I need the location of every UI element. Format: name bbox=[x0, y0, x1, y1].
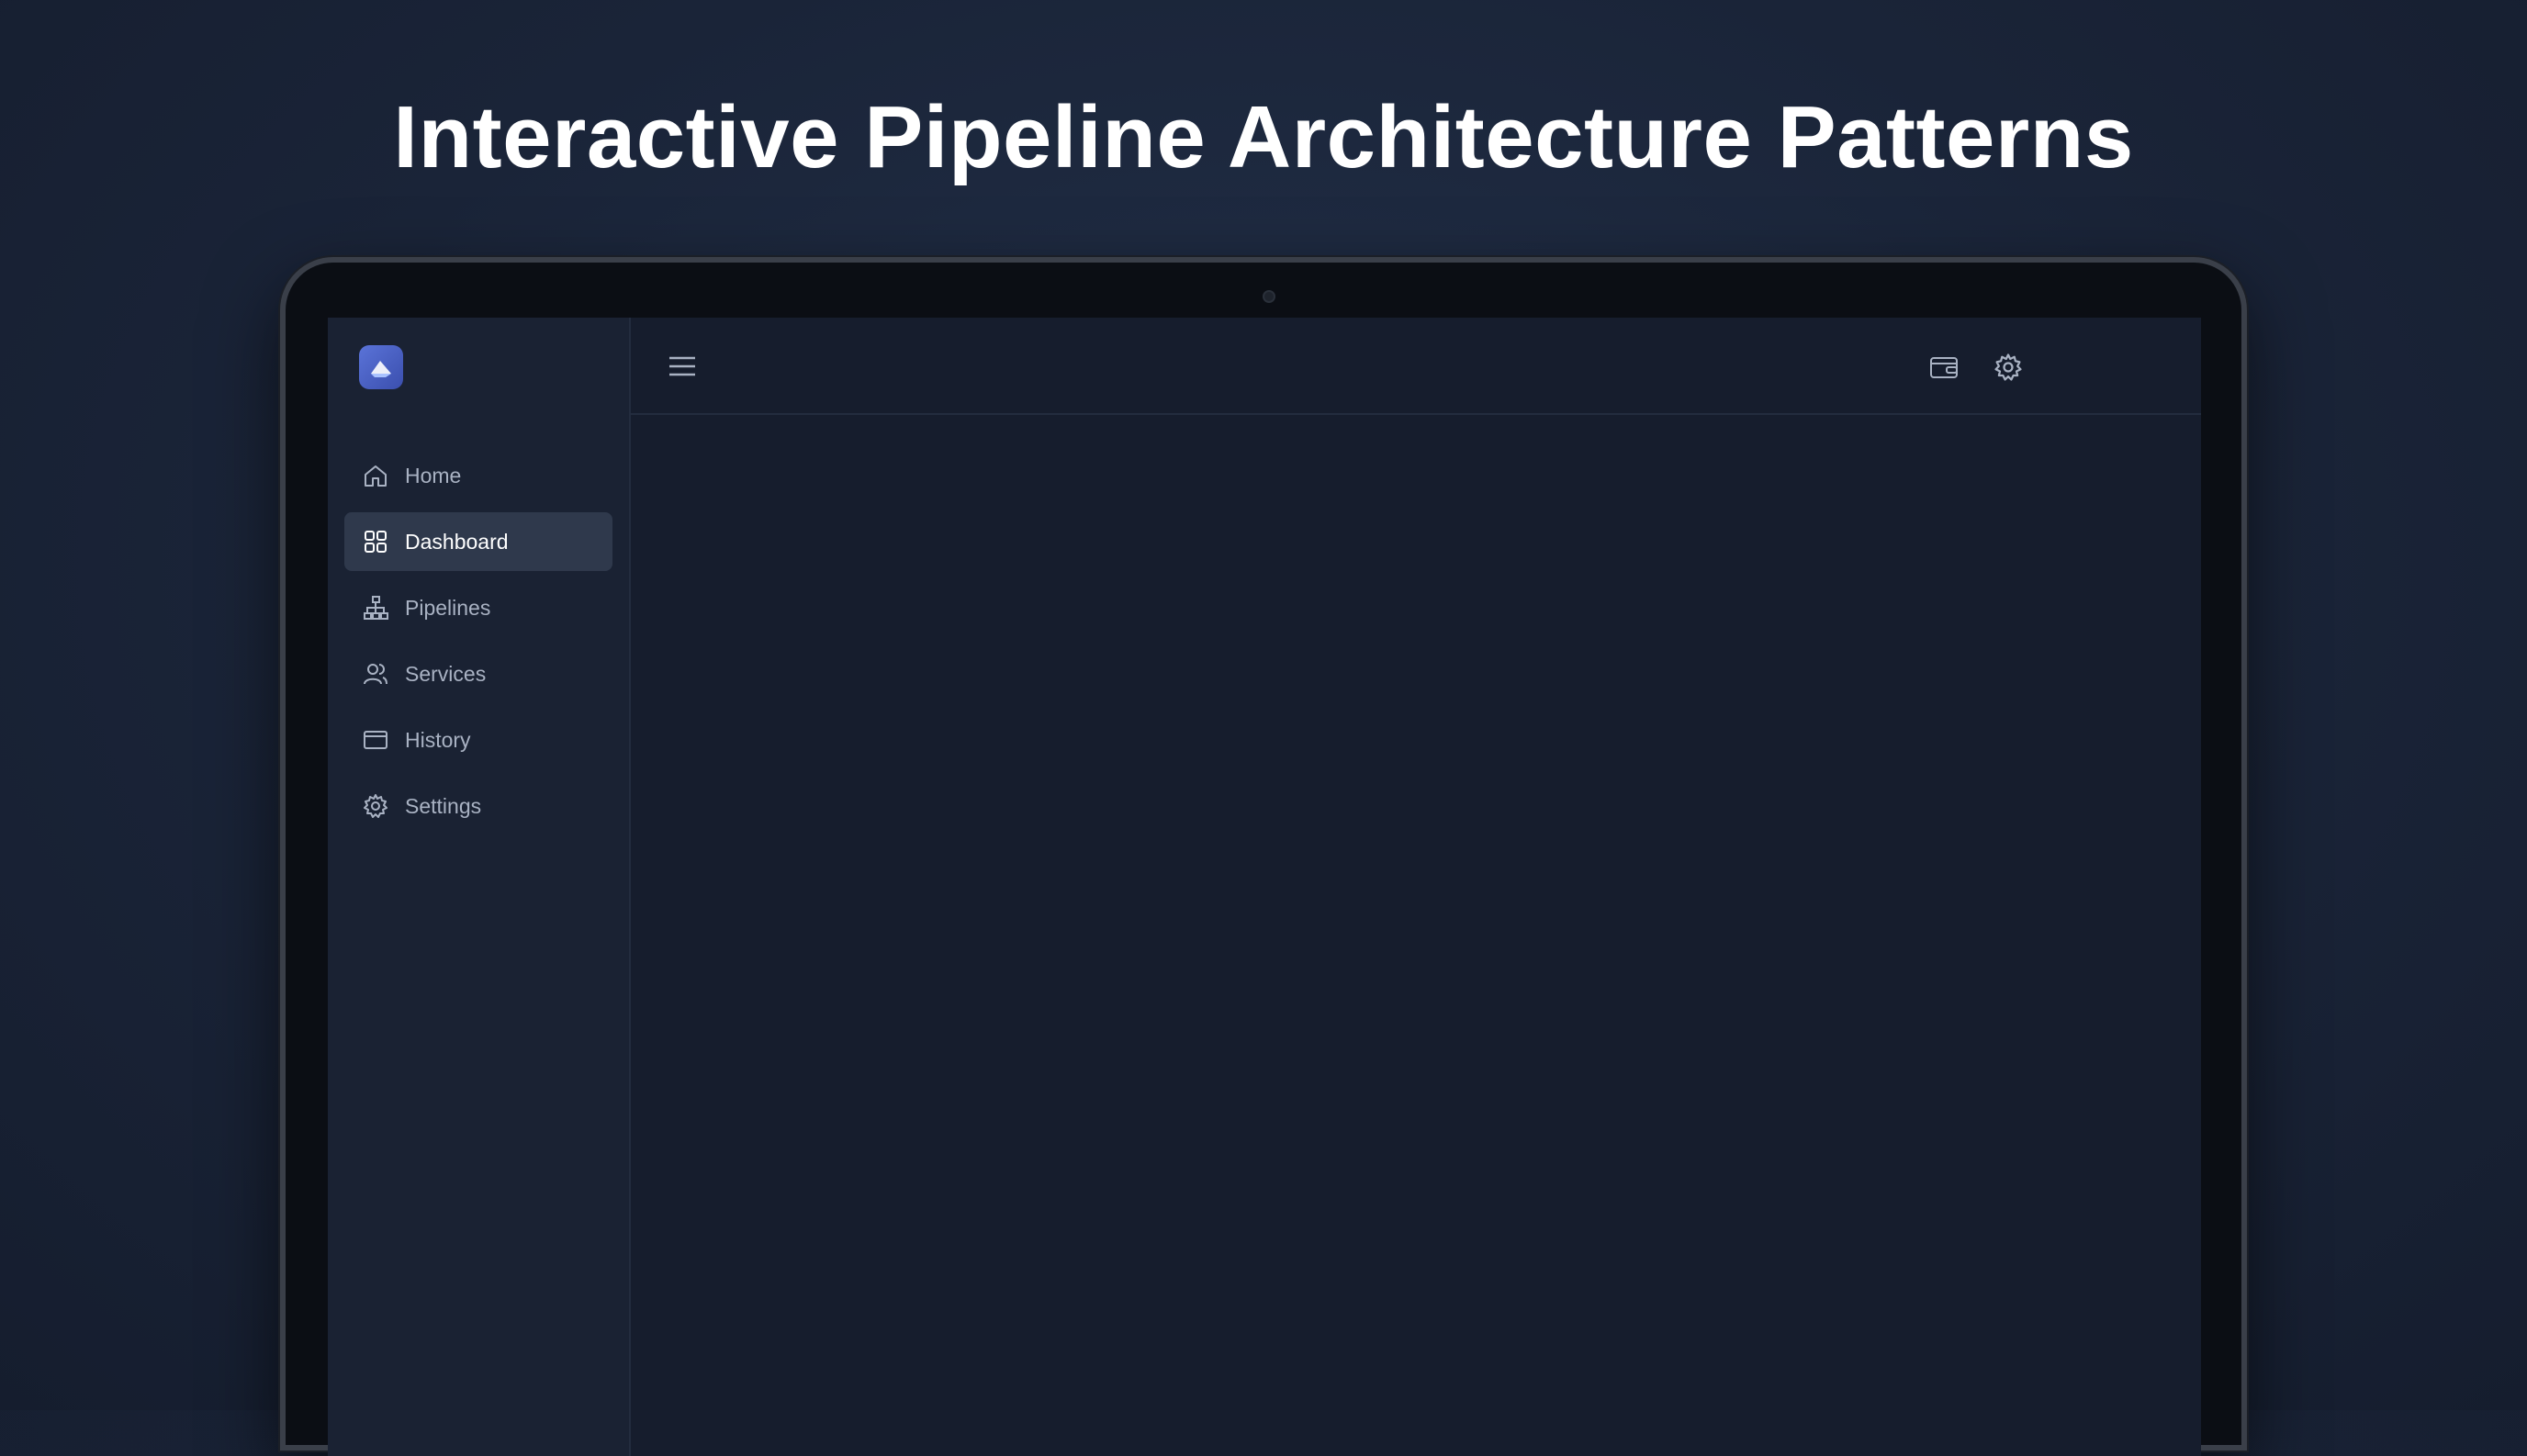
sidebar-item-label: History bbox=[405, 727, 471, 752]
page-headline: Interactive Pipeline Architecture Patter… bbox=[393, 88, 2134, 186]
sidebar-nav: Home Dashboard Pipelines Services Histor… bbox=[344, 446, 612, 843]
users-icon bbox=[364, 664, 387, 685]
topbar bbox=[631, 318, 2201, 415]
gear-icon bbox=[364, 794, 387, 818]
sidebar-item-label: Settings bbox=[405, 793, 482, 818]
app-logo[interactable] bbox=[359, 345, 403, 389]
laptop-frame: Home Dashboard Pipelines Services Histor… bbox=[280, 257, 2247, 1456]
sidebar-item-pipelines[interactable]: Pipelines bbox=[344, 578, 612, 637]
camera bbox=[1263, 290, 1275, 303]
sidebar-item-history[interactable]: History bbox=[344, 711, 612, 769]
gear-icon[interactable] bbox=[1992, 351, 2025, 384]
home-icon bbox=[365, 465, 387, 487]
hamburger-menu-icon[interactable] bbox=[668, 353, 697, 380]
sidebar: Home Dashboard Pipelines Services Histor… bbox=[328, 318, 631, 1456]
sidebar-item-services[interactable]: Services bbox=[344, 644, 612, 703]
sidebar-item-settings[interactable]: Settings bbox=[344, 777, 612, 835]
hierarchy-icon bbox=[364, 596, 388, 620]
sidebar-item-label: Services bbox=[405, 661, 487, 686]
spacer bbox=[2056, 351, 2089, 384]
sidebar-item-label: Pipelines bbox=[405, 595, 491, 620]
grid-icon bbox=[365, 531, 387, 553]
app-screen: Home Dashboard Pipelines Services Histor… bbox=[328, 318, 2201, 1456]
wallet-icon[interactable] bbox=[1927, 351, 1960, 384]
sidebar-item-label: Dashboard bbox=[405, 529, 509, 554]
sidebar-item-dashboard[interactable]: Dashboard bbox=[344, 512, 612, 571]
logo-icon bbox=[371, 361, 391, 377]
sidebar-item-label: Home bbox=[405, 463, 462, 487]
sidebar-item-home[interactable]: Home bbox=[344, 446, 612, 505]
window-icon bbox=[364, 731, 387, 749]
